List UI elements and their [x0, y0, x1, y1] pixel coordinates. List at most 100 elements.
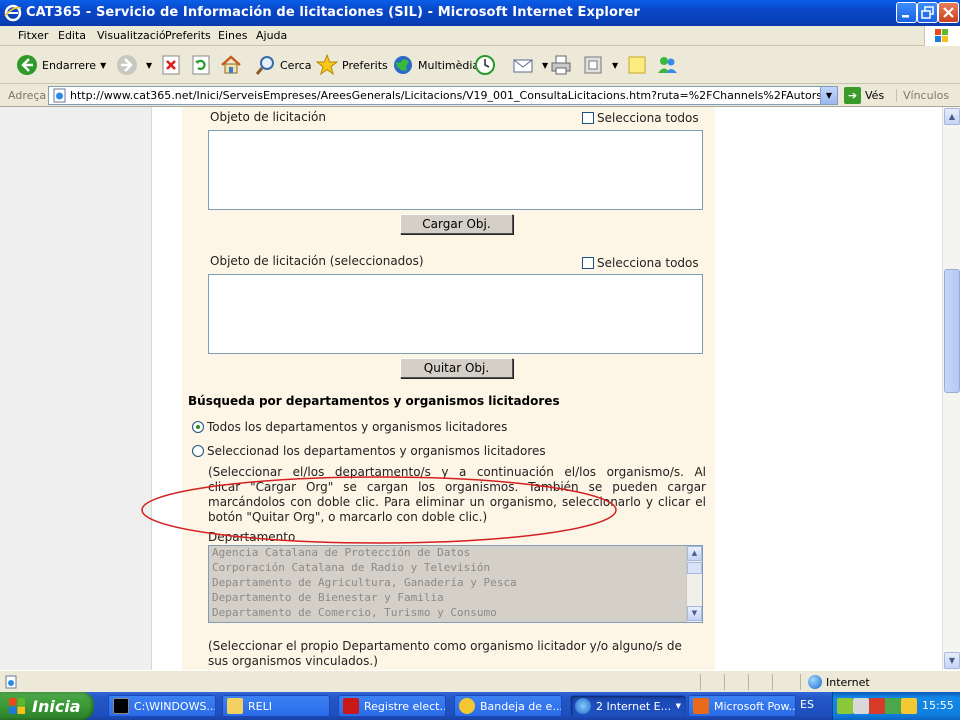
back-button[interactable]: Endarrere ▼: [16, 52, 106, 78]
links-label[interactable]: Vínculos: [896, 89, 949, 102]
favorites-button[interactable]: Preferits: [316, 52, 388, 78]
task-cmd[interactable]: C:\WINDOWS...: [108, 695, 216, 717]
status-divider: [748, 674, 749, 690]
chevron-down-icon[interactable]: ▼: [820, 87, 837, 104]
edit-page-button[interactable]: ▼: [582, 52, 618, 78]
scroll-thumb[interactable]: [687, 562, 702, 574]
select-all-checkbox[interactable]: [582, 112, 594, 124]
instructions-line: clicar "Cargar Org" se cargan los organi…: [208, 480, 706, 494]
task-label: 2 Internet E...: [596, 699, 672, 713]
search-label: Cerca: [280, 58, 312, 72]
note-line: sus organismos vinculados.): [208, 654, 378, 668]
minimize-icon: [902, 15, 909, 18]
task-label: Bandeja de e...: [480, 699, 562, 713]
address-label: Adreça: [8, 89, 47, 102]
select-all-selected-checkbox[interactable]: [582, 257, 594, 269]
department-option[interactable]: Departamento de Bienestar y Familia: [209, 591, 702, 606]
department-option[interactable]: Departamento de Agricultura, Ganadería y…: [209, 576, 702, 591]
status-bar: Internet: [0, 670, 960, 692]
task-powerpoint[interactable]: Microsoft Pow...: [688, 695, 796, 717]
folder-icon: [227, 698, 243, 714]
security-shield-icon[interactable]: [901, 698, 917, 714]
task-internet-explorer[interactable]: 2 Internet E... ▼: [570, 695, 686, 717]
chevron-down-icon[interactable]: ▼: [612, 61, 618, 70]
chevron-down-icon[interactable]: ▼: [146, 61, 152, 70]
chevron-down-icon[interactable]: ▼: [100, 61, 106, 70]
object-label: Objeto de licitación: [210, 110, 326, 124]
department-scrollbar[interactable]: ▲ ▼: [686, 546, 702, 622]
mail-alert-icon[interactable]: [869, 698, 885, 714]
page-scrollbar[interactable]: ▲ ▼: [942, 107, 960, 670]
antivirus-icon[interactable]: [885, 698, 901, 714]
home-icon: [221, 55, 241, 74]
app-icon: [343, 698, 359, 714]
left-column: [0, 107, 152, 670]
mail-button[interactable]: ▼: [512, 52, 548, 78]
language-indicator[interactable]: ES: [800, 698, 814, 711]
address-url[interactable]: http://www.cat365.net/Inici/ServeisEmpre…: [70, 89, 820, 102]
back-label: Endarrere: [42, 58, 97, 72]
search-button[interactable]: Cerca: [254, 52, 312, 78]
note-line: (Seleccionar el propio Departamento como…: [208, 639, 682, 653]
scroll-up-icon[interactable]: ▲: [944, 108, 960, 125]
scroll-up-icon[interactable]: ▲: [687, 546, 702, 561]
instructions-line: (Seleccionar el/los departamento/s y a c…: [208, 465, 706, 479]
select-all-selected-label: Selecciona todos: [597, 256, 699, 270]
selected-objects-label: Objeto de licitación (seleccionados): [210, 254, 424, 268]
forward-arrow-icon: [117, 55, 137, 75]
restore-button[interactable]: [917, 2, 938, 23]
dept-heading: Búsqueda por departamentos y organismos …: [188, 394, 560, 408]
system-tray: 15:55: [832, 692, 960, 720]
media-button[interactable]: Multimèdia: [392, 52, 479, 78]
department-option[interactable]: Agencia Catalana de Protección de Datos: [209, 546, 702, 561]
radio-all-departments[interactable]: [192, 421, 204, 433]
tool-icon[interactable]: [853, 698, 869, 714]
console-icon: [113, 698, 129, 714]
task-outlook[interactable]: Bandeja de e...: [454, 695, 562, 717]
page-scroll-thumb[interactable]: [944, 269, 960, 393]
department-option[interactable]: Departamento de Comercio, Turismo y Cons…: [209, 606, 702, 621]
selected-objects-list[interactable]: [208, 274, 703, 354]
instructions-text: (Seleccionar el/los departamento/s y a c…: [208, 465, 706, 525]
department-select[interactable]: Agencia Catalana de Protección de Datos …: [208, 545, 703, 623]
ie-icon: [575, 698, 591, 714]
discuss-button[interactable]: [626, 52, 652, 78]
go-arrow-icon: ➔: [844, 87, 861, 104]
close-button[interactable]: [938, 2, 959, 23]
menu-favorites[interactable]: Preferits: [165, 29, 211, 42]
radio-select-departments[interactable]: [192, 445, 204, 457]
menu-view[interactable]: Visualització: [97, 29, 166, 42]
instructions-line: marcándolos con doble clic. Para elimina…: [208, 495, 706, 509]
window-title: CAT365 - Servicio de Información de lici…: [26, 5, 640, 20]
forward-button[interactable]: ▼: [116, 52, 152, 78]
menu-tools[interactable]: Eines: [218, 29, 247, 42]
menu-edit[interactable]: Edita: [58, 29, 86, 42]
history-button[interactable]: [474, 52, 500, 78]
stop-button[interactable]: [160, 52, 186, 78]
remove-obj-button[interactable]: Quitar Obj.: [400, 358, 513, 378]
print-button[interactable]: [550, 52, 576, 78]
messenger-button[interactable]: [656, 52, 682, 78]
media-label: Multimèdia: [418, 58, 480, 72]
back-arrow-icon: [17, 55, 37, 75]
scroll-down-icon[interactable]: ▼: [687, 606, 702, 621]
home-button[interactable]: [220, 52, 246, 78]
refresh-icon: [192, 55, 210, 75]
page-status-icon: [5, 675, 17, 689]
menu-help[interactable]: Ajuda: [256, 29, 287, 42]
load-obj-button[interactable]: Cargar Obj.: [400, 214, 513, 234]
go-button[interactable]: ➔ Vés: [844, 86, 884, 105]
scroll-down-icon[interactable]: ▼: [944, 652, 960, 669]
network-icon[interactable]: [837, 698, 853, 714]
object-list[interactable]: [208, 130, 703, 210]
start-button[interactable]: Inicia: [0, 692, 94, 720]
task-registre[interactable]: Registre elect...: [338, 695, 446, 717]
refresh-button[interactable]: [190, 52, 216, 78]
radio-select-label: Seleccionad los departamentos y organism…: [207, 444, 546, 458]
department-option[interactable]: Corporación Catalana de Radio y Televisi…: [209, 561, 702, 576]
minimize-button[interactable]: [896, 2, 917, 23]
chevron-down-icon[interactable]: ▼: [542, 61, 548, 70]
address-input[interactable]: http://www.cat365.net/Inici/ServeisEmpre…: [48, 86, 838, 105]
task-folder[interactable]: RELI: [222, 695, 330, 717]
menu-file[interactable]: Fitxer: [18, 29, 48, 42]
